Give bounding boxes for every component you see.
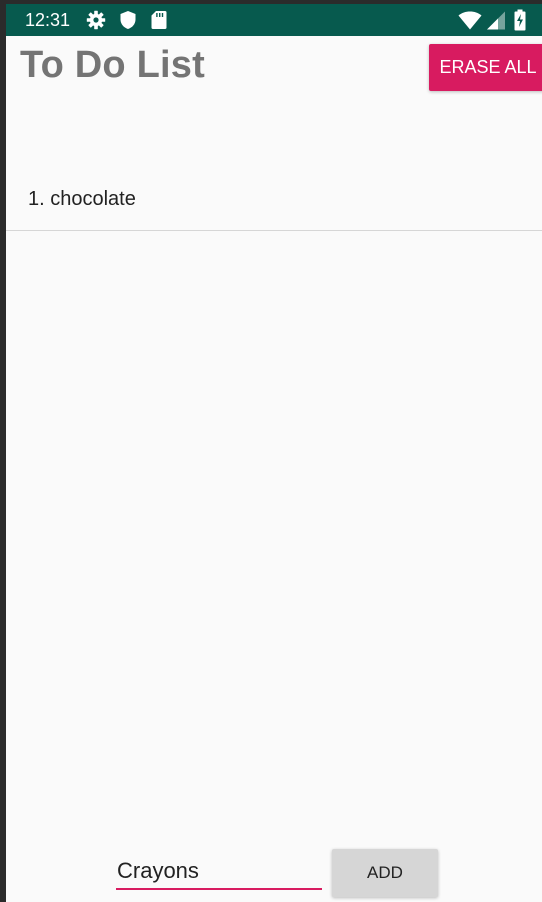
status-time: 12:31 xyxy=(25,10,71,30)
wifi-icon xyxy=(458,11,482,35)
list-item[interactable]: 1. chocolate xyxy=(6,172,542,231)
app-screen: 12:31 To Do List ERASE ALL 1. chocolate … xyxy=(6,4,542,902)
todo-list: 1. chocolate xyxy=(6,172,542,231)
task-input[interactable] xyxy=(116,854,323,888)
signal-icon xyxy=(486,11,506,35)
input-underline xyxy=(116,888,322,890)
page-title: To Do List xyxy=(20,44,205,86)
status-bar: 12:31 xyxy=(6,4,542,36)
battery-icon xyxy=(514,9,526,36)
add-button[interactable]: ADD xyxy=(332,849,438,897)
list-item-label: 1. chocolate xyxy=(28,188,136,210)
gear-icon xyxy=(86,10,106,35)
erase-all-button[interactable]: ERASE ALL xyxy=(429,44,542,91)
shield-icon xyxy=(119,10,137,35)
task-input-wrapper xyxy=(116,854,323,890)
sd-card-icon xyxy=(151,10,167,35)
